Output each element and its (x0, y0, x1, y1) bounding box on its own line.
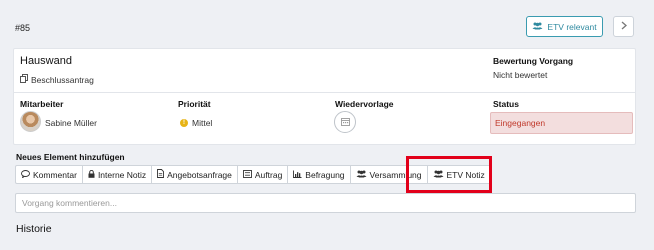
tab-label: Auftrag (254, 169, 283, 180)
document-icon (157, 169, 165, 180)
avatar (20, 111, 41, 132)
tab-etv-notiz[interactable]: ETV Notiz (426, 165, 491, 184)
info-icon: ! (180, 119, 188, 127)
etv-relevant-button[interactable]: ETV relevant (526, 16, 603, 37)
next-button[interactable] (613, 16, 634, 37)
followup-label: Wiedervorlage (335, 99, 394, 109)
card-divider (13, 92, 636, 93)
priority-text: Mittel (192, 118, 213, 128)
tab-label: Interne Notiz (97, 169, 147, 180)
tab-versammlung[interactable]: Versammlung (349, 165, 428, 184)
tab-label: ETV Notiz (446, 169, 485, 180)
priority-label: Priorität (178, 99, 211, 109)
tab-label: Versammlung (369, 169, 422, 180)
add-element-tabbar: Kommentar Interne Notiz Angebotsanfrage … (15, 165, 491, 184)
doc-type: Beschlussantrag (20, 74, 94, 85)
tab-interne-notiz[interactable]: Interne Notiz (81, 165, 153, 184)
chevron-right-icon (621, 21, 627, 33)
doc-type-label: Beschlussantrag (31, 74, 94, 85)
followup-calendar-button[interactable] (334, 111, 356, 133)
status-label: Status (493, 99, 519, 109)
tab-label: Kommentar (33, 169, 77, 180)
tab-befragung[interactable]: Befragung (287, 165, 351, 184)
comment-input[interactable] (15, 193, 636, 213)
tab-auftrag[interactable]: Auftrag (236, 165, 289, 184)
group-icon (356, 170, 367, 180)
tab-label: Angebotsanfrage (167, 169, 232, 180)
list-icon (242, 169, 252, 180)
add-element-title: Neues Element hinzufügen (16, 152, 125, 162)
bar-chart-icon (293, 170, 302, 180)
evaluation-value: Nicht bewertet (493, 70, 548, 80)
comment-icon (21, 169, 30, 180)
evaluation-label: Bewertung Vorgang (493, 56, 574, 66)
status-badge[interactable]: Eingegangen (490, 112, 633, 134)
ticket-id: #85 (15, 23, 31, 33)
lock-icon (88, 169, 95, 180)
employee-name[interactable]: Sabine Müller (45, 118, 97, 128)
calendar-icon (340, 117, 350, 128)
etv-relevant-label: ETV relevant (547, 21, 597, 32)
group-icon (532, 22, 543, 32)
group-icon (433, 170, 444, 180)
tab-label: Befragung (305, 169, 345, 180)
copy-document-icon (20, 74, 28, 85)
priority-value[interactable]: ! Mittel (180, 118, 212, 128)
ticket-title: Hauswand (20, 55, 72, 67)
history-title: Historie (16, 223, 52, 235)
employee-label: Mitarbeiter (20, 99, 64, 109)
tab-angebotsanfrage[interactable]: Angebotsanfrage (151, 165, 238, 184)
tab-kommentar[interactable]: Kommentar (15, 165, 83, 184)
